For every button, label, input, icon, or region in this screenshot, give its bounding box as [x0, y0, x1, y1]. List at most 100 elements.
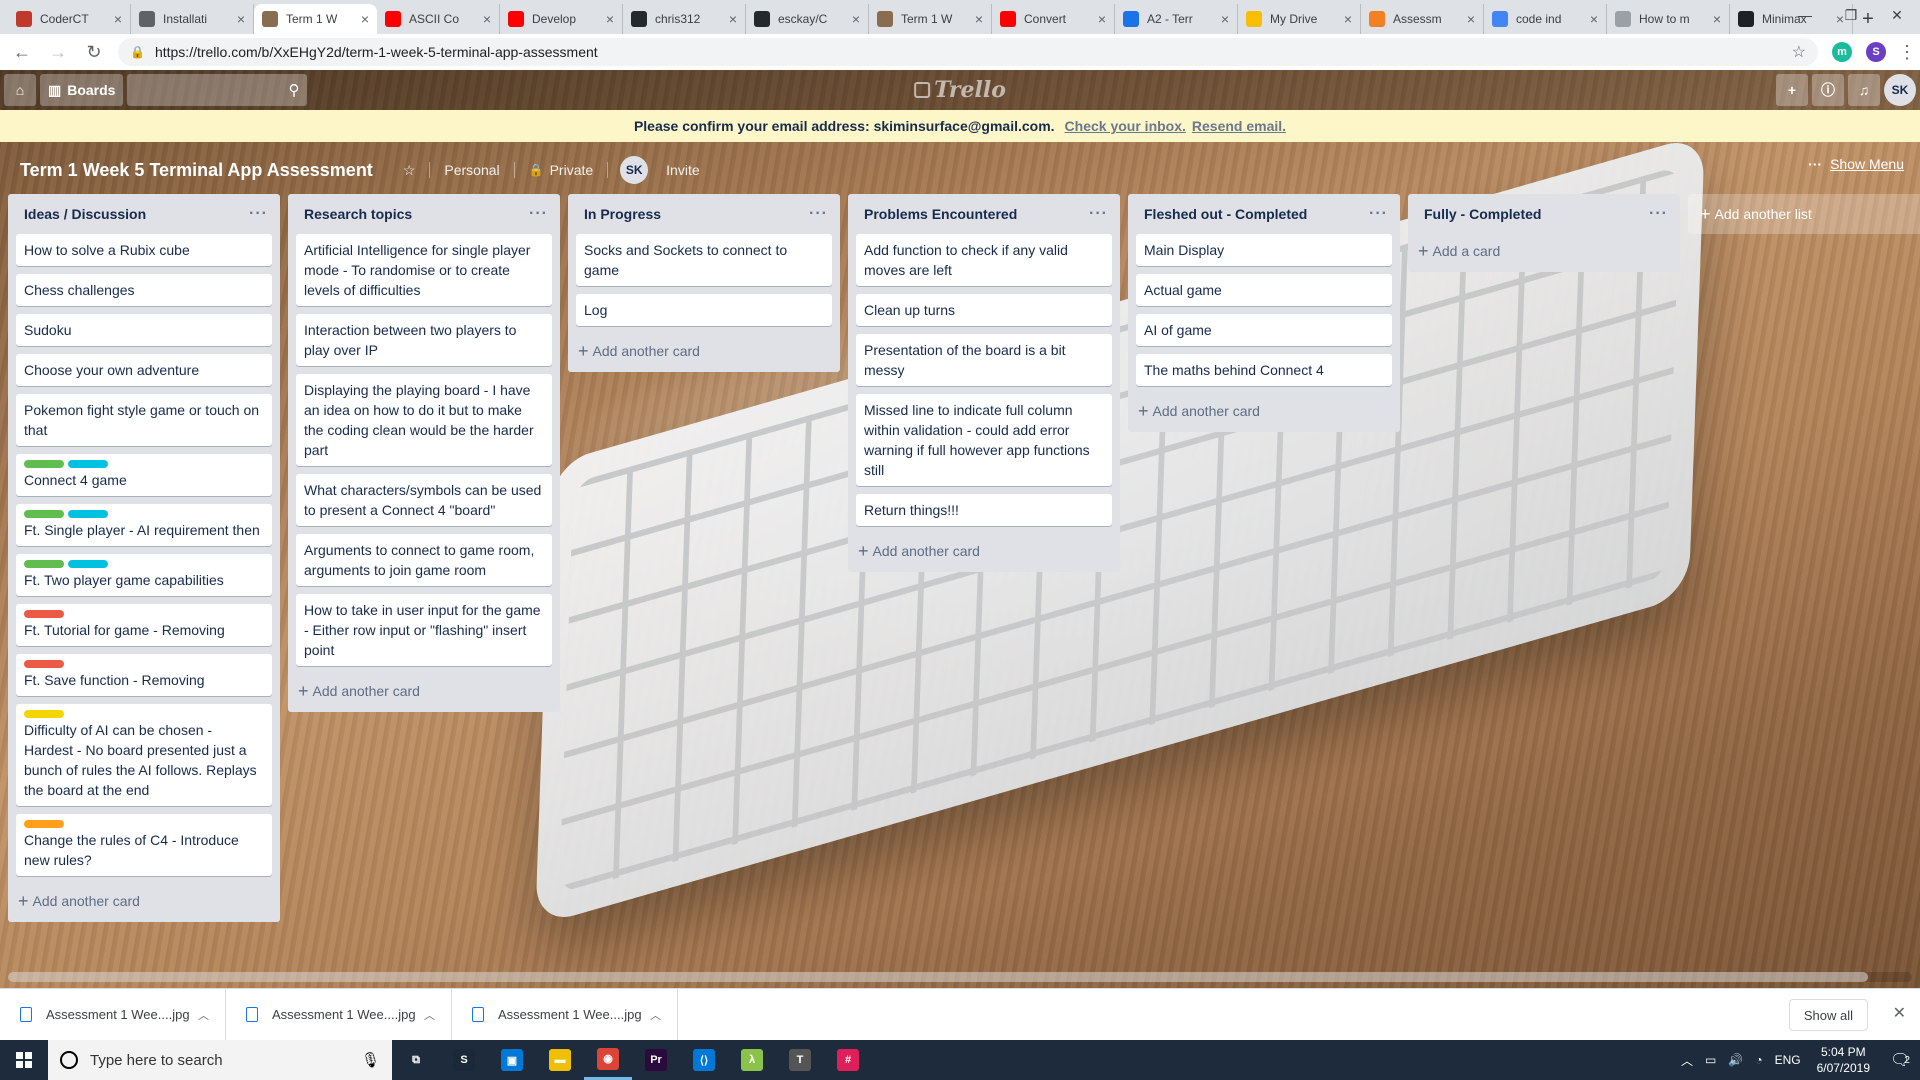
microphone-icon[interactable]: 🎙 — [361, 1051, 380, 1069]
card[interactable]: Return things!!! — [856, 494, 1112, 526]
card[interactable]: Log — [576, 294, 832, 326]
close-tab-icon[interactable]: × — [1467, 11, 1475, 27]
list-header[interactable]: Fully - Completed ··· — [1408, 194, 1680, 234]
taskbar-app-button[interactable]: T — [776, 1040, 824, 1080]
card[interactable]: Main Display — [1136, 234, 1392, 266]
close-tab-icon[interactable]: × — [1344, 11, 1352, 27]
battery-icon[interactable]: ▭ — [1705, 1053, 1716, 1067]
bookmark-star-icon[interactable]: ☆ — [1792, 42, 1806, 62]
start-button[interactable] — [0, 1040, 48, 1080]
close-tab-icon[interactable]: × — [237, 11, 245, 27]
close-tab-icon[interactable]: × — [852, 11, 860, 27]
board-title[interactable]: Term 1 Week 5 Terminal App Assessment — [20, 160, 373, 181]
maximize-button[interactable]: ❐ — [1828, 0, 1874, 30]
close-tab-icon[interactable]: × — [1590, 11, 1598, 27]
close-tab-icon[interactable]: × — [1713, 11, 1721, 27]
browser-tab[interactable]: Convert × — [992, 4, 1115, 34]
team-visibility-button[interactable]: Personal — [434, 154, 509, 186]
forward-button[interactable]: → — [44, 38, 72, 66]
list-header[interactable]: Research topics ··· — [288, 194, 560, 234]
trello-logo[interactable]: Trello — [914, 77, 1006, 103]
boards-button[interactable]: ▥ Boards — [40, 74, 124, 106]
browser-tab[interactable]: Term 1 W × — [869, 4, 992, 34]
close-tab-icon[interactable]: × — [114, 11, 122, 27]
taskbar-app-button[interactable]: ▬ — [536, 1040, 584, 1080]
card[interactable]: Change the rules of C4 - Introduce new r… — [16, 814, 272, 876]
browser-tab[interactable]: esckay/C × — [746, 4, 869, 34]
taskbar-app-button[interactable]: Pr — [632, 1040, 680, 1080]
privacy-button[interactable]: 🔒 Private — [519, 154, 604, 186]
card-label[interactable] — [68, 560, 108, 568]
add-card-button[interactable]: + Add another card — [8, 884, 280, 918]
card-label[interactable] — [24, 710, 64, 718]
list-header[interactable]: In Progress ··· — [568, 194, 840, 234]
profile-avatar[interactable]: S — [1866, 42, 1886, 62]
action-center-button[interactable]: 🗨 2 — [1880, 1040, 1920, 1080]
card[interactable]: Ft. Save function - Removing — [16, 654, 272, 696]
download-item[interactable]: Assessment 1 Wee....jpg ︿ — [452, 988, 678, 1041]
card[interactable]: Pokemon fight style game or touch on tha… — [16, 394, 272, 446]
browser-tab[interactable]: Term 1 W × — [254, 4, 377, 34]
card-label[interactable] — [24, 460, 64, 468]
browser-tab[interactable]: code ind × — [1484, 4, 1607, 34]
card[interactable]: How to solve a Rubix cube — [16, 234, 272, 266]
add-card-button[interactable]: + Add another card — [568, 334, 840, 368]
taskbar-app-button[interactable]: S — [440, 1040, 488, 1080]
show-all-downloads-button[interactable]: Show all — [1788, 999, 1868, 1031]
browser-tab[interactable]: My Drive × — [1238, 4, 1361, 34]
card[interactable]: Ft. Single player - AI requirement then — [16, 504, 272, 546]
card[interactable]: Ft. Two player game capabilities — [16, 554, 272, 596]
card[interactable]: What characters/symbols can be used to p… — [296, 474, 552, 526]
board-search-input[interactable]: ⚲ — [127, 74, 308, 106]
close-tab-icon[interactable]: × — [975, 11, 983, 27]
chevron-up-icon[interactable]: ︿ — [198, 1007, 209, 1023]
list-title[interactable]: In Progress — [584, 206, 661, 222]
card[interactable]: The maths behind Connect 4 — [1136, 354, 1392, 386]
card[interactable]: Missed line to indicate full column with… — [856, 394, 1112, 486]
card-label[interactable] — [68, 510, 108, 518]
close-tab-icon[interactable]: × — [361, 11, 369, 27]
browser-tab[interactable]: Develop × — [500, 4, 623, 34]
resend-email-link[interactable]: Resend email. — [1192, 118, 1286, 134]
address-bar[interactable]: 🔒 https://trello.com/b/XxEHgY2d/term-1-w… — [118, 38, 1818, 66]
info-button[interactable]: ⓘ — [1812, 74, 1844, 106]
card[interactable]: Actual game — [1136, 274, 1392, 306]
card[interactable]: Connect 4 game — [16, 454, 272, 496]
taskbar-app-button[interactable]: ⟨⟩ — [680, 1040, 728, 1080]
browser-tab[interactable]: chris312 × — [623, 4, 746, 34]
list-menu-icon[interactable]: ··· — [809, 205, 828, 223]
list-title[interactable]: Ideas / Discussion — [24, 206, 146, 222]
taskbar-app-button[interactable]: λ — [728, 1040, 776, 1080]
list-menu-icon[interactable]: ··· — [1649, 205, 1668, 223]
taskbar-app-button[interactable]: ◉ — [584, 1040, 632, 1080]
member-avatar[interactable]: SK — [1884, 74, 1916, 106]
add-card-button[interactable]: + Add another card — [848, 534, 1120, 568]
close-tab-icon[interactable]: × — [1098, 11, 1106, 27]
card[interactable]: How to take in user input for the game -… — [296, 594, 552, 666]
check-inbox-link[interactable]: Check your inbox. — [1065, 118, 1186, 134]
list-header[interactable]: Ideas / Discussion ··· — [8, 194, 280, 234]
browser-tab[interactable]: Assessm × — [1361, 4, 1484, 34]
browser-tab[interactable]: How to m × — [1607, 4, 1730, 34]
minimize-button[interactable]: — — [1782, 0, 1828, 30]
extension-icon[interactable]: m — [1832, 42, 1852, 62]
list-menu-icon[interactable]: ··· — [1089, 205, 1108, 223]
add-card-button[interactable]: + Add another card — [1128, 394, 1400, 428]
close-tab-icon[interactable]: × — [483, 11, 491, 27]
card-label[interactable] — [24, 820, 64, 828]
card[interactable]: Sudoku — [16, 314, 272, 346]
card[interactable]: Interaction between two players to play … — [296, 314, 552, 366]
taskbar-app-button[interactable]: # — [824, 1040, 872, 1080]
close-tab-icon[interactable]: × — [729, 11, 737, 27]
browser-tab[interactable]: Installati × — [131, 4, 254, 34]
card[interactable]: Displaying the playing board - I have an… — [296, 374, 552, 466]
show-menu-button[interactable]: ··· Show Menu — [1808, 156, 1904, 172]
card[interactable]: Add function to check if any valid moves… — [856, 234, 1112, 286]
card[interactable]: Clean up turns — [856, 294, 1112, 326]
list-title[interactable]: Fleshed out - Completed — [1144, 206, 1307, 222]
card[interactable]: Choose your own adventure — [16, 354, 272, 386]
download-item[interactable]: Assessment 1 Wee....jpg ︿ — [226, 988, 452, 1041]
browser-tab[interactable]: ASCII Co × — [377, 4, 500, 34]
card[interactable]: Difficulty of AI can be chosen - Hardest… — [16, 704, 272, 806]
card[interactable]: Chess challenges — [16, 274, 272, 306]
